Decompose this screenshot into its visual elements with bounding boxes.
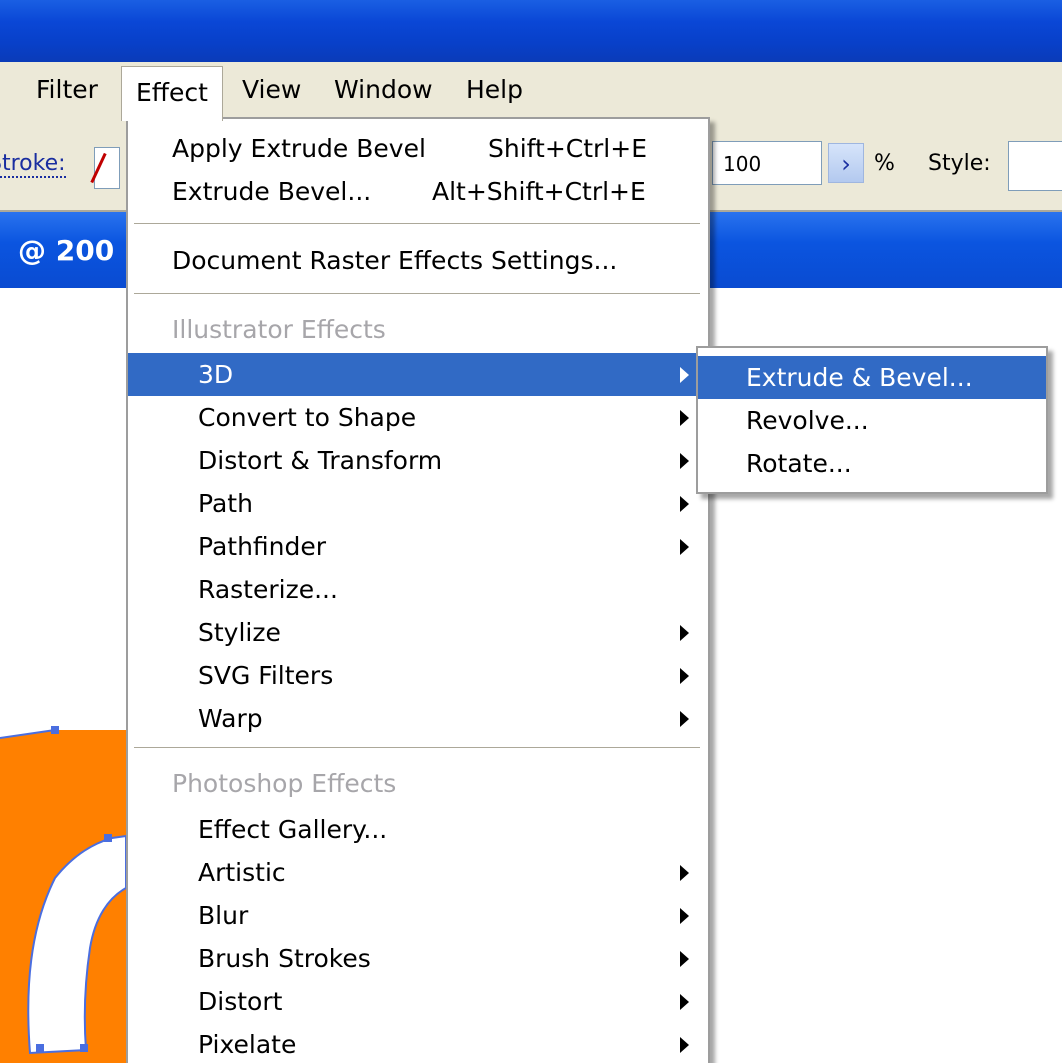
menu-item-label: SVG Filters <box>198 661 334 690</box>
menu-item-label: Blur <box>198 901 249 930</box>
submenu-arrow-icon <box>680 1037 689 1053</box>
menu-item-label: Warp <box>198 704 263 733</box>
menu-item-label: Document Raster Effects Settings... <box>172 246 618 275</box>
menu-item-label: Rasterize... <box>198 575 338 604</box>
menu-item-label: Stylize <box>198 618 281 647</box>
menu-item-stylize[interactable]: Stylize <box>128 611 708 654</box>
menu-item-artistic[interactable]: Artistic <box>128 851 708 894</box>
menu-header-label: Illustrator Effects <box>172 315 386 344</box>
submenu-arrow-icon <box>680 865 689 881</box>
menu-item-label: Distort <box>198 987 283 1016</box>
menu-item-label: Extrude Bevel... <box>172 177 372 206</box>
menu-separator <box>134 223 700 225</box>
menu-item-pathfinder[interactable]: Pathfinder <box>128 525 708 568</box>
menu-item-label: Distort & Transform <box>198 446 443 475</box>
submenu-item-revolve[interactable]: Revolve... <box>698 399 1046 442</box>
submenu-arrow-icon <box>680 453 689 469</box>
submenu-arrow-icon <box>680 496 689 512</box>
window-title-bar <box>0 0 1062 62</box>
submenu-item-label: Revolve... <box>746 406 869 435</box>
menu-item-label: Effect Gallery... <box>198 815 388 844</box>
submenu-item-label: Rotate... <box>746 449 852 478</box>
menu-item-rasterize[interactable]: Rasterize... <box>128 568 708 611</box>
menu-item-path[interactable]: Path <box>128 482 708 525</box>
menu-item-3d[interactable]: 3D <box>128 353 708 396</box>
menu-separator <box>134 747 700 749</box>
stroke-swatch[interactable] <box>94 147 120 189</box>
menu-item-label: Pixelate <box>198 1030 297 1059</box>
menu-separator <box>134 293 700 295</box>
submenu-item-rotate[interactable]: Rotate... <box>698 442 1046 485</box>
menu-item-blur[interactable]: Blur <box>128 894 708 937</box>
submenu-arrow-icon <box>680 994 689 1010</box>
menu-help[interactable]: Help <box>452 70 537 110</box>
menu-item-distort[interactable]: Distort <box>128 980 708 1023</box>
menu-item-pixelate[interactable]: Pixelate <box>128 1023 708 1063</box>
submenu-arrow-icon <box>680 668 689 684</box>
menu-bar: Filter Effect View Window Help <box>0 62 1062 121</box>
chevron-right-icon: › <box>841 150 851 178</box>
menu-item-convert-to-shape[interactable]: Convert to Shape <box>128 396 708 439</box>
stroke-label[interactable]: Stroke: <box>0 152 66 178</box>
menu-item-brush-strokes[interactable]: Brush Strokes <box>128 937 708 980</box>
submenu-3d: Extrude & Bevel... Revolve... Rotate... <box>696 346 1048 494</box>
menu-item-label: Pathfinder <box>198 532 327 561</box>
style-swatch[interactable] <box>1008 141 1062 191</box>
menu-view[interactable]: View <box>228 70 315 110</box>
menu-item-raster-settings[interactable]: Document Raster Effects Settings... <box>128 239 708 282</box>
anchor-point[interactable] <box>51 726 59 734</box>
opacity-arrow-button[interactable]: › <box>828 143 864 183</box>
menu-filter[interactable]: Filter <box>22 70 112 110</box>
effect-menu: Apply Extrude Bevel Shift+Ctrl+E Extrude… <box>126 117 710 1063</box>
submenu-arrow-icon <box>680 711 689 727</box>
menu-item-label: Brush Strokes <box>198 944 371 973</box>
percent-label: % <box>874 151 895 176</box>
menu-item-label: Path <box>198 489 253 518</box>
submenu-arrow-icon <box>680 539 689 555</box>
menu-item-label: 3D <box>198 360 234 389</box>
menu-window[interactable]: Window <box>320 70 447 110</box>
screen: Filter Effect View Window Help Stroke: 1… <box>0 0 1062 1063</box>
submenu-arrow-icon <box>680 908 689 924</box>
menu-item-warp[interactable]: Warp <box>128 697 708 740</box>
menu-item-svg-filters[interactable]: SVG Filters <box>128 654 708 697</box>
menu-item-effect-gallery[interactable]: Effect Gallery... <box>128 808 708 851</box>
menu-header-illustrator-effects: Illustrator Effects <box>128 308 708 351</box>
submenu-item-extrude-bevel[interactable]: Extrude & Bevel... <box>698 356 1046 399</box>
submenu-arrow-icon <box>680 367 689 383</box>
anchor-point[interactable] <box>104 834 112 842</box>
anchor-point[interactable] <box>36 1044 44 1052</box>
submenu-arrow-icon <box>680 625 689 641</box>
document-title: @ 200 <box>18 234 115 267</box>
menu-item-label: Artistic <box>198 858 286 887</box>
submenu-arrow-icon <box>680 951 689 967</box>
menu-item-label: Apply Extrude Bevel <box>172 134 426 163</box>
menu-item-label: Convert to Shape <box>198 403 417 432</box>
menu-item-shortcut: Alt+Shift+Ctrl+E <box>432 177 646 206</box>
menu-item-shortcut: Shift+Ctrl+E <box>488 134 647 163</box>
menu-item-apply-last-effect[interactable]: Apply Extrude Bevel Shift+Ctrl+E <box>128 127 708 170</box>
menu-item-distort-transform[interactable]: Distort & Transform <box>128 439 708 482</box>
menu-header-photoshop-effects: Photoshop Effects <box>128 762 708 805</box>
menu-header-label: Photoshop Effects <box>172 769 397 798</box>
menu-effect[interactable]: Effect <box>121 66 223 121</box>
menu-item-last-effect[interactable]: Extrude Bevel... Alt+Shift+Ctrl+E <box>128 170 708 213</box>
anchor-point[interactable] <box>80 1044 88 1052</box>
opacity-input[interactable]: 100 <box>712 141 822 185</box>
style-label: Style: <box>928 151 991 176</box>
submenu-item-label: Extrude & Bevel... <box>746 363 973 392</box>
submenu-arrow-icon <box>680 410 689 426</box>
